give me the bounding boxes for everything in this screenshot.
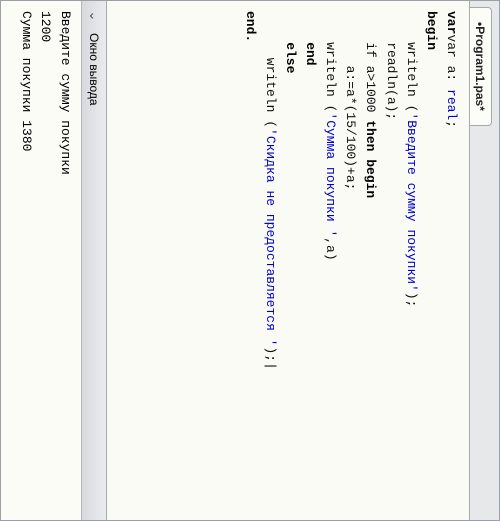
code-str: 'Введите сумму покупки' — [404, 112, 419, 291]
code-seg: readln(a); — [384, 11, 399, 120]
code-seg: ,a) — [323, 237, 338, 260]
output-line: 1200 — [39, 11, 54, 42]
code-seg: writeln ( — [404, 11, 419, 112]
code-kw-end: end — [303, 11, 318, 66]
code-seg: ); — [263, 346, 278, 362]
tab-bar: •Program1.pas* — [469, 1, 499, 520]
output-line: Введите сумму покупки — [58, 11, 73, 175]
code-seg: if a>1000 — [363, 11, 378, 120]
code-kw-var: var — [444, 11, 459, 34]
code-kw-then-begin: then begin — [363, 120, 378, 198]
file-tab[interactable]: •Program1.pas* — [470, 7, 492, 126]
output-panel[interactable]: Введите сумму покупки 1200 Сумма покупки… — [1, 1, 81, 520]
code-type-real: real — [444, 89, 459, 120]
text-cursor-icon: | — [263, 362, 278, 370]
ide-window: •Program1.pas* varvar a: real; begin wri… — [0, 0, 500, 521]
code-seg: writeln ( — [263, 11, 278, 128]
code-seg: var a: — [444, 34, 459, 89]
code-seg: ; — [444, 120, 459, 128]
code-kw-begin: begin — [424, 11, 439, 50]
output-panel-title: Окно вывода — [87, 33, 101, 106]
code-str: 'Скидка не предоставляется ' — [263, 128, 278, 346]
code-kw-else: else — [283, 11, 298, 73]
code-str: 'Сумма покупки ' — [323, 112, 338, 237]
code-editor[interactable]: varvar a: real; begin writeln ('Введите … — [106, 1, 469, 520]
code-seg: ); — [404, 292, 419, 308]
chevron-collapse-icon[interactable]: ⌄ — [86, 9, 102, 23]
code-seg: writeln ( — [323, 11, 338, 112]
code-seg: a:=a*(15/100)+a; — [343, 11, 358, 190]
output-panel-header: ⌄ Окно вывода — [81, 1, 106, 520]
code-kw-end-dot: end. — [243, 11, 258, 42]
output-line: Сумма покупки 1380 — [19, 11, 34, 151]
